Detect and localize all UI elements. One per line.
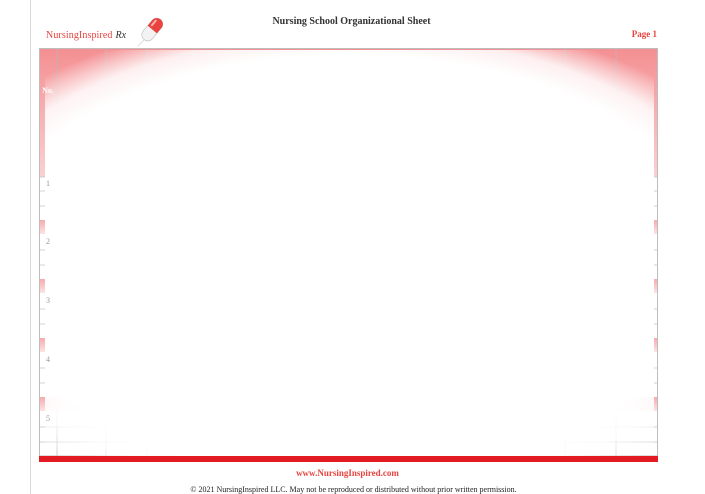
row-number-4: 4 <box>46 355 50 364</box>
row-number-5: 5 <box>46 414 50 423</box>
page-title: Nursing School Organizational Sheet <box>272 16 431 27</box>
logo-suffix: Rx <box>115 30 127 41</box>
page-left-border <box>30 0 31 494</box>
footer-website-link[interactable]: www.NursingInspired.com <box>0 468 705 478</box>
footer-red-bar <box>39 456 658 462</box>
organizational-table: No. 1 2 3 4 5 <box>39 48 658 463</box>
row-number-1: 1 <box>46 179 50 188</box>
footer-copyright: © 2021 NursingInspired LLC. May not be r… <box>190 485 517 494</box>
page-number: Page 1 <box>631 29 657 39</box>
brand-logo: NursingInspired Rx <box>46 30 126 41</box>
row-number-3: 3 <box>46 296 50 305</box>
row-number-2: 2 <box>46 237 50 246</box>
table-grid <box>39 48 658 457</box>
logo-name: NursingInspired <box>46 30 113 41</box>
column-header-no: No. <box>42 86 54 95</box>
